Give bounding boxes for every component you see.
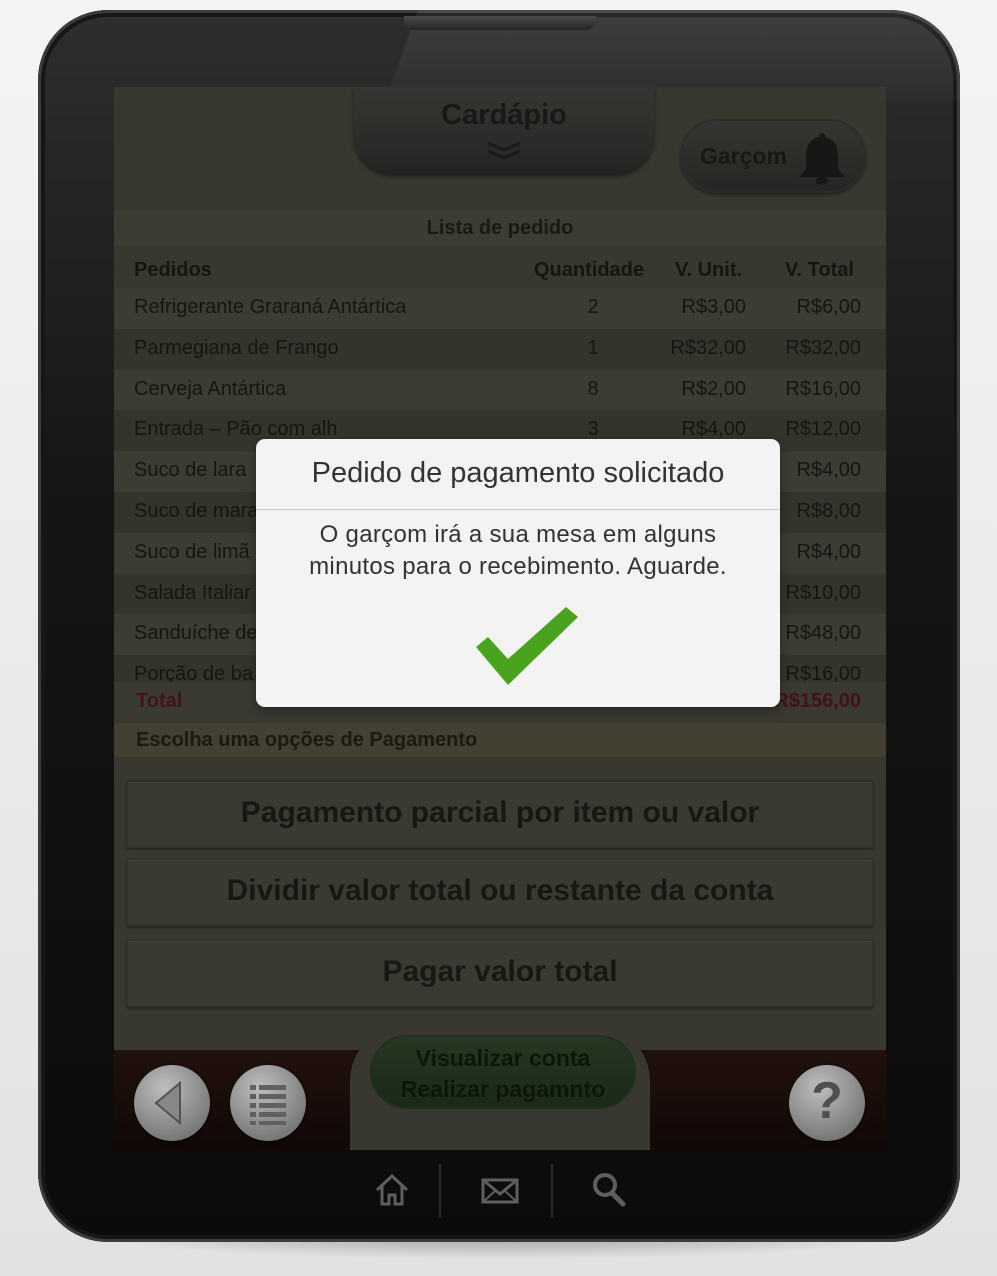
nav-separator — [551, 1164, 553, 1218]
checkmark-icon — [476, 607, 578, 685]
dialog-divider — [256, 509, 780, 510]
mail-icon[interactable] — [480, 1170, 520, 1210]
dialog-message: O garçom irá a sua mesa em alguns minuto… — [309, 521, 727, 580]
nav-separator — [439, 1164, 441, 1218]
speaker-grille — [404, 16, 596, 30]
payment-requested-dialog[interactable]: Pedido de pagamento solicitado O garçom … — [256, 439, 780, 707]
search-icon[interactable] — [589, 1170, 629, 1210]
dialog-title: Pedido de pagamento solicitado — [311, 457, 725, 489]
home-icon[interactable] — [372, 1170, 412, 1210]
